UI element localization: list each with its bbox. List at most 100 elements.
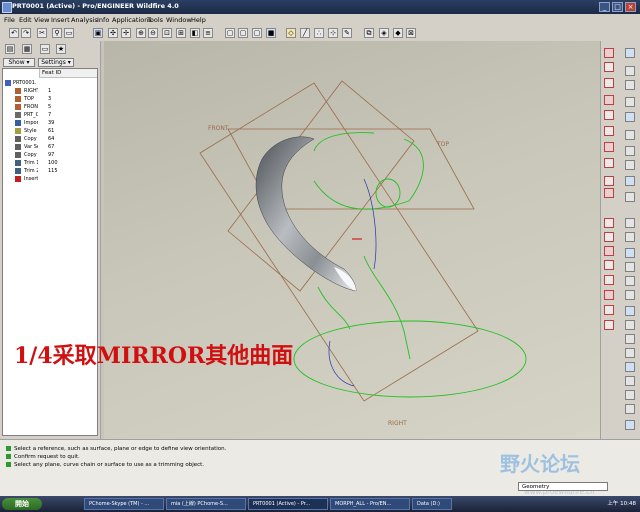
- csys-icon[interactable]: [604, 126, 614, 136]
- show-button[interactable]: Show ▾: [3, 58, 35, 67]
- mirror-icon[interactable]: [625, 130, 635, 140]
- group-icon[interactable]: [625, 248, 635, 258]
- curve-icon[interactable]: [604, 95, 614, 105]
- menu-window[interactable]: Window: [166, 16, 192, 24]
- sweep-icon[interactable]: [625, 66, 635, 76]
- sweep-icon[interactable]: [604, 232, 614, 242]
- mirror-icon[interactable]: [604, 290, 614, 300]
- hidden-line-icon[interactable]: ▢: [238, 28, 248, 38]
- taskbar-item[interactable]: Data (D:): [412, 498, 452, 510]
- style-icon[interactable]: [604, 275, 614, 285]
- tree-item[interactable]: Style 61: [3, 127, 97, 135]
- reorient-icon[interactable]: ⊞: [176, 28, 186, 38]
- tree-item[interactable]: Trim 2 115: [3, 167, 97, 175]
- refit-icon[interactable]: ⊡: [162, 28, 172, 38]
- offset-icon[interactable]: [625, 176, 635, 186]
- folder-browser-icon[interactable]: ▭: [40, 44, 50, 54]
- zoom-out-icon[interactable]: ⊖: [148, 28, 158, 38]
- tree-item[interactable]: RIGHT 1: [3, 87, 97, 95]
- point-icon[interactable]: [604, 110, 614, 120]
- tree-item[interactable]: PRT_CSYS 7: [3, 111, 97, 119]
- tree-item[interactable]: PRT0001.: [3, 79, 97, 87]
- saved-views-icon[interactable]: ◧: [190, 28, 200, 38]
- blend-icon[interactable]: [625, 80, 635, 90]
- axis-icon[interactable]: [625, 376, 635, 386]
- csys-icon[interactable]: ⊹: [328, 28, 338, 38]
- start-button[interactable]: 開始: [2, 498, 42, 510]
- spline-icon[interactable]: [604, 176, 614, 186]
- boundary-icon[interactable]: [625, 97, 635, 107]
- close-window-icon[interactable]: ⊠: [406, 28, 416, 38]
- annotation-icon[interactable]: ✎: [342, 28, 352, 38]
- datum-points-icon[interactable]: ∴: [314, 28, 324, 38]
- undo-icon[interactable]: ↶: [9, 28, 19, 38]
- repaint-icon[interactable]: ▣: [93, 28, 103, 38]
- sketch-icon[interactable]: [625, 348, 635, 358]
- tree-item[interactable]: Copy 64: [3, 135, 97, 143]
- menu-help[interactable]: Help: [191, 16, 206, 24]
- menu-tools[interactable]: Tools: [147, 16, 163, 24]
- redo-icon[interactable]: ↷: [21, 28, 31, 38]
- favorites-icon[interactable]: ★: [56, 44, 66, 54]
- draft-icon[interactable]: [625, 306, 635, 316]
- merge-icon[interactable]: [604, 305, 614, 315]
- find-icon[interactable]: ⚲: [52, 28, 62, 38]
- revolve-icon[interactable]: [625, 48, 635, 58]
- cut-icon[interactable]: ✂: [37, 28, 47, 38]
- tree-item[interactable]: Var Sec 67: [3, 143, 97, 151]
- merge-icon[interactable]: [625, 146, 635, 156]
- taskbar-item[interactable]: mia (上線) PChome-S...: [166, 498, 246, 510]
- model-tree-icon[interactable]: ⧉: [364, 28, 374, 38]
- layers-icon[interactable]: ≡: [203, 28, 213, 38]
- tree-item[interactable]: Insert: [3, 175, 97, 183]
- tree-item[interactable]: TOP 3: [3, 95, 97, 103]
- round-icon[interactable]: [625, 276, 635, 286]
- zoom-in-icon[interactable]: ⊕: [136, 28, 146, 38]
- menu-applications[interactable]: Applications: [112, 16, 152, 24]
- no-hidden-icon[interactable]: ▢: [252, 28, 262, 38]
- shell-surface[interactable]: [255, 136, 357, 292]
- select-box-icon[interactable]: ▭: [64, 28, 74, 38]
- solidify-icon[interactable]: [625, 218, 635, 228]
- sketch-icon[interactable]: [604, 48, 614, 58]
- line-icon[interactable]: [604, 158, 614, 168]
- blend-icon[interactable]: [604, 246, 614, 256]
- plane-icon[interactable]: [625, 362, 635, 372]
- axis-icon[interactable]: [604, 78, 614, 88]
- close-button[interactable]: ×: [625, 2, 636, 12]
- graphics-window[interactable]: FRONT TOP RIGHT: [104, 41, 600, 439]
- point-icon[interactable]: [625, 404, 635, 414]
- appearance-icon[interactable]: ◈: [379, 28, 389, 38]
- revolve-icon[interactable]: [604, 218, 614, 228]
- trim-icon[interactable]: [625, 160, 635, 170]
- datum-planes-icon[interactable]: ◇: [286, 28, 296, 38]
- menu-insert[interactable]: Insert: [51, 16, 70, 24]
- plane-icon[interactable]: [604, 62, 614, 72]
- settings-button[interactable]: Settings ▾: [38, 58, 74, 67]
- shading-icon[interactable]: ■: [266, 28, 276, 38]
- menu-analysis[interactable]: Analysis: [71, 16, 98, 24]
- pattern-icon[interactable]: [625, 232, 635, 242]
- menu-info[interactable]: Info: [97, 16, 109, 24]
- selection-filter[interactable]: Geometry: [518, 482, 608, 491]
- tree-item[interactable]: FRONT 5: [3, 103, 97, 111]
- taskbar-item-active[interactable]: PRT0001 (Active) - Pr...: [248, 498, 328, 510]
- style-icon[interactable]: [625, 112, 635, 122]
- spin-center-icon[interactable]: ✣: [108, 28, 118, 38]
- menu-file[interactable]: File: [4, 16, 15, 24]
- tree-item[interactable]: Import 39: [3, 119, 97, 127]
- taskbar-item[interactable]: PChome-Skype (TM) - ...: [84, 498, 164, 510]
- curve-icon[interactable]: [625, 390, 635, 400]
- menu-view[interactable]: View: [34, 16, 49, 24]
- wireframe-icon[interactable]: ▢: [225, 28, 235, 38]
- orient-icon[interactable]: ✢: [121, 28, 131, 38]
- thicken-icon[interactable]: [625, 192, 635, 202]
- datum-axes-icon[interactable]: ╱: [300, 28, 310, 38]
- paint-icon[interactable]: ◆: [393, 28, 403, 38]
- menu-edit[interactable]: Edit: [19, 16, 32, 24]
- extrude-icon[interactable]: [604, 188, 614, 198]
- rib-icon[interactable]: [625, 334, 635, 344]
- model-tree-tab-icon[interactable]: ▤: [5, 44, 15, 54]
- chamfer-icon[interactable]: [625, 290, 635, 300]
- hole-icon[interactable]: [625, 262, 635, 272]
